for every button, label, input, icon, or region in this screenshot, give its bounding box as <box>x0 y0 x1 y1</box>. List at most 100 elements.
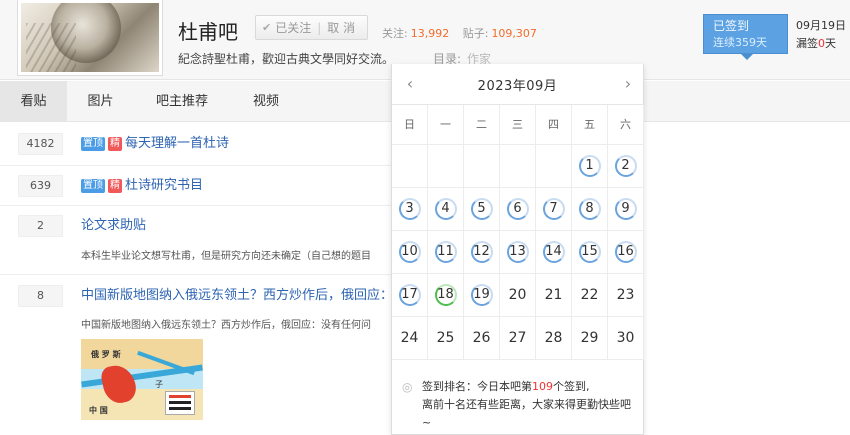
reply-count: 639 <box>18 175 63 197</box>
calendar-header: ‹ 2023年09月 › <box>392 64 643 104</box>
calendar-day-signed[interactable]: 19 <box>464 274 500 317</box>
calendar-day-signed[interactable]: 16 <box>608 231 644 274</box>
thread-title[interactable]: 中国新版地图纳入俄远东领土？西方炒作后，俄回应：没 <box>81 284 406 303</box>
calendar-grid: 日一二三四五六 1 2 3 4 5 6 7 8 9 10 11 12 13 14 15 16 17 18 19 20 21… <box>392 104 645 360</box>
calendar-day-signed[interactable]: 2 <box>608 145 644 188</box>
thread-link[interactable]: 中国新版地图纳入俄远东领土？西方炒作后，俄回应：没 <box>81 288 406 303</box>
calendar-day-number: 24 <box>400 330 419 346</box>
calendar-day[interactable]: 28 <box>536 317 572 360</box>
calendar-day-number: 15 <box>578 241 601 263</box>
followed-label: 已关注 <box>275 21 312 35</box>
calendar-day-signed[interactable]: 8 <box>572 188 608 231</box>
calendar-day-number: 16 <box>614 241 637 263</box>
calendar-day-signed[interactable]: 1 <box>572 145 608 188</box>
thread-link[interactable]: 论文求助贴 <box>81 218 146 233</box>
calendar-day[interactable]: 20 <box>500 274 536 317</box>
calendar-day-signed[interactable]: 6 <box>500 188 536 231</box>
calendar-weekday: 五 <box>572 105 608 145</box>
top-badge: 置顶 <box>81 136 105 151</box>
tab-pictures[interactable]: 图片 <box>67 81 134 122</box>
tab-videos[interactable]: 视频 <box>230 81 302 122</box>
calendar-day-number: 8 <box>578 198 601 220</box>
calendar-day-signed[interactable]: 9 <box>608 188 644 231</box>
thread-divider <box>0 274 392 275</box>
calendar-day[interactable]: 30 <box>608 317 644 360</box>
follow-button[interactable]: ✔ 已关注 | 取 消 <box>255 15 368 40</box>
calendar-day[interactable]: 23 <box>608 274 644 317</box>
calendar-day-number: 29 <box>580 330 599 346</box>
calendar-day-number: 28 <box>544 330 563 346</box>
calendar-day-empty <box>392 145 428 188</box>
unfollow-button[interactable]: 取 消 <box>327 19 355 36</box>
calendar-day-signed[interactable]: 5 <box>464 188 500 231</box>
calendar-day-number: 6 <box>506 198 529 220</box>
thread-link[interactable]: 杜诗研究书目 <box>125 178 203 193</box>
calendar-day-signed[interactable]: 14 <box>536 231 572 274</box>
calendar-month: 2023年09月 <box>477 79 558 94</box>
calendar-day-empty <box>428 145 464 188</box>
forum-title[interactable]: 杜甫吧 <box>178 16 238 45</box>
signed-label: 已签到 <box>713 19 750 33</box>
calendar-weekday: 日 <box>392 105 428 145</box>
thread-abstract: 本科生毕业论文想写杜甫，但是研究方向还未确定（自己想的题目 <box>81 251 371 262</box>
sign-in-button[interactable]: 已签到 连续359天 <box>703 14 788 54</box>
map-label-zi: 子 <box>155 380 163 389</box>
calendar-day-signed[interactable]: 3 <box>392 188 428 231</box>
calendar-day-signed[interactable]: 10 <box>392 231 428 274</box>
thread-title[interactable]: 置顶精杜诗研究书目 <box>81 174 203 193</box>
calendar-day-number: 26 <box>472 330 491 346</box>
calendar-day-signed[interactable]: 13 <box>500 231 536 274</box>
calendar-day-empty <box>536 145 572 188</box>
post-count-label: 贴子: <box>462 27 489 40</box>
calendar-day-number: 13 <box>506 241 529 263</box>
tab-recommend[interactable]: 吧主推荐 <box>134 81 230 122</box>
reply-count: 8 <box>18 285 63 307</box>
sign-rank: 109 <box>532 380 553 393</box>
thread-link[interactable]: 每天理解一首杜诗 <box>125 136 229 151</box>
good-badge: 精 <box>108 136 122 151</box>
calendar-day[interactable]: 25 <box>428 317 464 360</box>
map-label-china: 中 国 <box>89 406 108 415</box>
sign-streak: 连续359天 <box>713 36 767 49</box>
calendar-weekday: 一 <box>428 105 464 145</box>
sign-date: 09月19日 <box>796 19 846 32</box>
calendar-day[interactable]: 21 <box>536 274 572 317</box>
calendar-day-today[interactable]: 18 <box>428 274 464 317</box>
calendar-day-signed[interactable]: 7 <box>536 188 572 231</box>
calendar-weekday: 六 <box>608 105 644 145</box>
calendar-day-number: 2 <box>614 155 637 177</box>
calendar-day-signed[interactable]: 15 <box>572 231 608 274</box>
calendar-day-number: 22 <box>580 287 599 303</box>
sign-date-info: 09月19日 漏签0天 <box>796 17 846 53</box>
forum-slogan: 紀念詩聖杜甫，歡迎古典文學同好交流。 <box>178 52 395 66</box>
calendar-day[interactable]: 29 <box>572 317 608 360</box>
calendar-day[interactable]: 27 <box>500 317 536 360</box>
calendar-day-signed[interactable]: 17 <box>392 274 428 317</box>
sign-calendar-popup: ‹ 2023年09月 › 日一二三四五六 1 2 3 4 5 6 7 8 9 10 11 12 13 14 1… <box>391 64 645 435</box>
calendar-day-signed[interactable]: 12 <box>464 231 500 274</box>
calendar-day-signed[interactable]: 11 <box>428 231 464 274</box>
calendar-day-number: 11 <box>434 241 457 263</box>
tab-posts[interactable]: 看贴 <box>0 81 67 122</box>
calendar-day-signed[interactable]: 4 <box>428 188 464 231</box>
calendar-weekday: 二 <box>464 105 500 145</box>
thread-title[interactable]: 置顶精每天理解一首杜诗 <box>81 132 229 151</box>
missed-days: 漏签0天 <box>796 37 836 50</box>
calendar-day[interactable]: 24 <box>392 317 428 360</box>
location-pin-icon: ◎ <box>402 380 413 394</box>
thread-map-thumbnail[interactable]: 俄 罗 斯 子 中 国 <box>81 339 203 420</box>
chevron-right-icon[interactable]: › <box>618 74 638 94</box>
follow-count-label: 关注: <box>382 27 408 40</box>
calendar-footer: ◎ 签到排名：今日本吧第109个签到, 离前十名还有些距离，大家来得更勤快些吧~ <box>392 373 643 435</box>
calendar-weekday: 三 <box>500 105 536 145</box>
forum-avatar[interactable] <box>17 0 163 76</box>
map-legend <box>165 391 195 415</box>
calendar-day[interactable]: 26 <box>464 317 500 360</box>
calendar-day-number: 25 <box>436 330 455 346</box>
good-badge: 精 <box>108 178 122 193</box>
thread-title[interactable]: 论文求助贴 <box>81 214 146 233</box>
calendar-day[interactable]: 22 <box>572 274 608 317</box>
sign-popup-arrow <box>740 53 754 60</box>
calendar-day-number: 1 <box>578 155 601 177</box>
follow-separator: | <box>317 20 322 35</box>
